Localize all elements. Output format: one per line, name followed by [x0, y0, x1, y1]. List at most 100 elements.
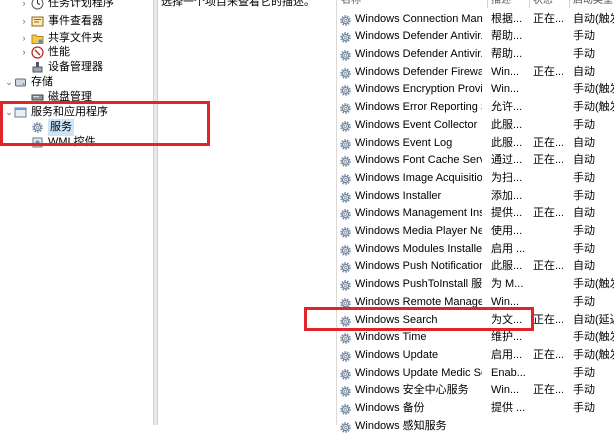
service-row[interactable]: Windows Modules Installer 启用 ... 手动 [337, 241, 614, 259]
event-viewer-icon [31, 15, 44, 28]
tree-node-label: WMI 控件 [48, 136, 96, 148]
service-row[interactable]: Windows Management Ins... 提供... 正在... 自动 [337, 205, 614, 223]
service-row[interactable]: Windows Update Medic Se... Enab... 手动 [337, 365, 614, 383]
service-description: 提供... [491, 207, 523, 220]
console-tree: › 任务计划程序 › 事件查看器 › 共享文件夹 › 性能 设备管理器 ⌄ 存储 磁盘管理 ⌄ 服务和应用… [0, 0, 153, 425]
service-description: 维护... [491, 331, 523, 344]
service-row[interactable]: Windows Remote Manage... Win... 手动 [337, 294, 614, 312]
service-description: 此服... [491, 136, 523, 149]
service-name: Windows Media Player Net... [355, 225, 482, 237]
service-description: 为扫... [491, 171, 523, 184]
service-status: 正在... [533, 384, 563, 397]
service-name: Windows Remote Manage... [355, 295, 482, 308]
service-startup-type: 自动 [573, 154, 595, 167]
tree-node-10[interactable]: WMI 控件 [0, 134, 150, 151]
service-row[interactable]: Windows Media Player Net... 使用... 手动 [337, 223, 614, 241]
service-row[interactable]: Windows 安全中心服务 Win... 正在... 手动 [337, 382, 614, 400]
service-gear-icon [339, 403, 352, 416]
service-row[interactable]: Windows Connection Man... 根据... 正在... 自动(触发 [337, 11, 614, 29]
service-row[interactable]: Windows Push Notification... 此服... 正在... 自动 [337, 258, 614, 276]
service-startup-type: 手动 [573, 402, 595, 414]
service-description: 为文... [491, 313, 523, 326]
service-description: Win... [491, 83, 520, 96]
service-startup-type: 手动 [573, 225, 595, 237]
service-startup-type: 手动(触发 [573, 278, 614, 291]
column-separator[interactable] [569, 0, 570, 8]
column-separator[interactable] [529, 0, 530, 8]
service-startup-type: 自动 [573, 207, 595, 220]
storage-icon [14, 76, 27, 89]
service-gear-icon [339, 173, 352, 186]
service-row[interactable]: Windows Defender Antivir... 帮助... 手动 [337, 46, 614, 64]
service-name: Windows Search [355, 313, 438, 326]
service-description: 允许... [491, 101, 523, 114]
service-gear-icon [339, 244, 352, 257]
service-name: Windows Font Cache Servi... [355, 154, 482, 167]
service-name: Windows Time [355, 331, 427, 344]
service-description: Win... [491, 384, 520, 397]
service-row[interactable]: Windows Event Collector 此服... 手动 [337, 117, 614, 135]
column-header-name[interactable]: 名称 [341, 0, 481, 8]
service-gear-icon [339, 31, 352, 44]
service-description: 为 M... [491, 278, 524, 291]
service-row[interactable]: Windows Update 启用... 正在... 手动(触发 [337, 347, 614, 365]
service-gear-icon [339, 120, 352, 133]
wmi-control-icon [31, 136, 44, 149]
tree-expander-icon[interactable]: › [20, 0, 28, 12]
tree-node-2[interactable]: › 事件查看器 [0, 13, 150, 30]
description-text: 选择一个项目来查看它的描述。 [161, 0, 315, 8]
service-startup-type: 手动 [573, 171, 595, 184]
service-name: Windows 备份 [355, 402, 425, 414]
service-row[interactable]: Windows Font Cache Servi... 通过... 正在... 自动 [337, 152, 614, 170]
service-row[interactable]: Windows Event Log 此服... 正在... 自动 [337, 135, 614, 153]
service-startup-type: 手动 [573, 30, 595, 43]
column-header-status[interactable]: 状态 [533, 0, 569, 8]
column-separator[interactable] [487, 0, 488, 8]
service-gear-icon [339, 279, 352, 292]
service-description: 此服... [491, 260, 523, 273]
service-name: Windows Installer [355, 189, 442, 202]
service-startup-type: 手动(触发 [573, 348, 614, 361]
column-header-description[interactable]: 描述 [491, 0, 527, 8]
service-name: Windows Defender Antivir... [355, 48, 482, 60]
service-row[interactable]: Windows 感知服务 [337, 418, 614, 436]
service-startup-type: 自动(延迟 [573, 313, 614, 326]
service-row[interactable]: Windows Defender Antivir... 帮助... 手动 [337, 28, 614, 46]
service-row[interactable]: Windows PushToInstall 服务为 M... 手动(触发 [337, 276, 614, 294]
service-name: Windows Push Notification... [355, 260, 482, 273]
tree-node-1[interactable]: › 任务计划程序 [0, 0, 150, 12]
service-gear-icon [339, 138, 352, 151]
service-row[interactable]: Windows Image Acquisitio... 为扫... 手动 [337, 170, 614, 188]
services-apps-icon [14, 106, 27, 119]
tree-expander-icon[interactable]: › [20, 13, 28, 30]
service-startup-type: 自动 [573, 260, 595, 273]
service-gear-icon [339, 102, 352, 115]
service-description: 根据... [491, 12, 523, 25]
service-startup-type: 手动(触发 [573, 83, 614, 96]
service-name: Windows Management Ins... [355, 207, 482, 220]
service-row[interactable]: Windows Encryption Provid... Win... 手动(触发 [337, 81, 614, 99]
service-name: Windows Update Medic Se... [355, 366, 482, 379]
service-gear-icon [339, 208, 352, 221]
service-description: 帮助... [491, 48, 523, 60]
service-row[interactable]: Windows Defender Firewall Win... 正在... 自动 [337, 64, 614, 82]
calendar-clock-icon [31, 0, 44, 10]
service-row[interactable]: Windows Search 为文... 正在... 自动(延迟 [337, 312, 614, 330]
performance-icon [31, 46, 44, 59]
service-row[interactable]: Windows Time 维护... 手动(触发 [337, 329, 614, 347]
service-gear-icon [339, 14, 352, 27]
column-header-startup-type[interactable]: 启动类型 [573, 0, 614, 8]
service-row[interactable]: Windows Error Reporting S... 允许... 手动(触发 [337, 99, 614, 117]
service-description: 通过... [491, 154, 523, 167]
service-startup-type: 手动 [573, 295, 595, 308]
services-gear-icon [31, 121, 44, 134]
service-startup-type: 手动 [573, 48, 595, 60]
service-row[interactable]: Windows 备份 提供 ... 手动 [337, 400, 614, 418]
service-name: Windows Connection Man... [355, 12, 482, 25]
service-gear-icon [339, 226, 352, 239]
service-row[interactable]: Windows Installer 添加... 手动 [337, 188, 614, 206]
service-gear-icon [339, 297, 352, 310]
service-gear-icon [339, 350, 352, 363]
service-startup-type: 手动(触发 [573, 101, 614, 114]
device-manager-icon [31, 61, 44, 74]
